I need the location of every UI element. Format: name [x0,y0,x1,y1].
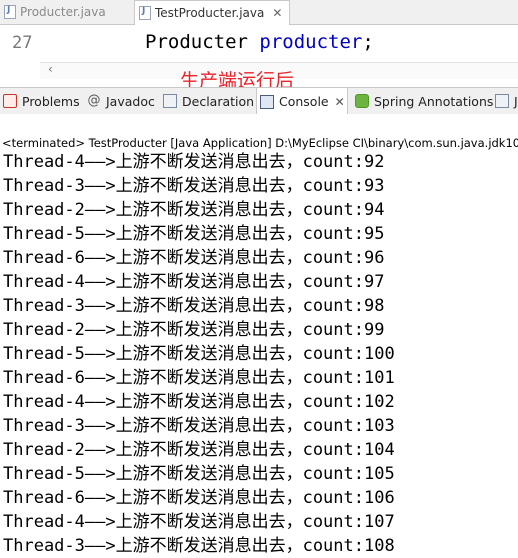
close-icon[interactable]: ✕ [335,95,345,109]
editor-tab-label: Producter.java [20,5,106,19]
console-line: Thread-5——>上游不断发送消息出去，count:95 [3,224,385,244]
tab-label: Javadoc [106,93,155,109]
editor-tab-producter[interactable]: Producter.java [0,0,128,24]
tab-label: Spring Annotations [374,93,494,109]
line-number: 27 [12,33,33,53]
console-line: Thread-4——>上游不断发送消息出去，count:92 [3,152,385,172]
console-output[interactable]: <terminated> TestProducter [Java Applica… [0,114,518,556]
tab-problems[interactable]: Problems [0,88,80,114]
code-variable: producter [259,31,363,53]
tab-javadoc[interactable]: @ Javadoc [84,88,155,114]
editor-tab-strip: Producter.java TestProducter.java ✕ [0,0,518,25]
console-line: Thread-5——>上游不断发送消息出去，count:100 [3,344,395,364]
console-line: Thread-3——>上游不断发送消息出去，count:108 [3,536,395,556]
view-tab-bar: Problems @ Javadoc Declaration Console ✕… [0,87,518,115]
console-line: Thread-2——>上游不断发送消息出去，count:104 [3,440,395,460]
close-icon[interactable]: ✕ [272,6,282,20]
console-line: Thread-5——>上游不断发送消息出去，count:105 [3,464,395,484]
at-sign-icon: @ [87,93,101,108]
tab-label: Console [279,94,329,109]
editor-tab-label: TestProducter.java [155,6,265,20]
console-line: Thread-3——>上游不断发送消息出去，count:103 [3,416,395,436]
console-line: Thread-3——>上游不断发送消息出去，count:98 [3,296,385,316]
console-icon [260,94,274,109]
tab-console[interactable]: Console ✕ [256,88,348,115]
code-type: Producter [145,31,248,53]
code-semicolon: ; [362,31,374,53]
console-line: Thread-3——>上游不断发送消息出去，count:93 [3,176,385,196]
line-number-gutter: 27 [0,25,40,85]
console-line: Thread-6——>上游不断发送消息出去，count:106 [3,488,395,508]
console-lines: Thread-4——>上游不断发送消息出去，count:92 Thread-3—… [3,150,395,558]
console-line: Thread-4——>上游不断发送消息出去，count:97 [3,272,385,292]
spring-icon [355,94,369,108]
tab-label: Problems [22,93,80,109]
declaration-icon [163,94,177,108]
java-file-icon [4,5,16,19]
console-status: <terminated> TestProducter [Java Applica… [2,136,518,150]
console-line: Thread-4——>上游不断发送消息出去，count:107 [3,512,395,532]
console-line: Thread-6——>上游不断发送消息出去，count:101 [3,368,395,388]
code-line: Producter producter; [145,31,374,53]
scroll-left-icon[interactable]: ‹ [48,62,53,76]
console-line: Thread-2——>上游不断发送消息出去，count:99 [3,320,385,340]
tab-label: Declaration [182,93,255,109]
tab-spring-annotations[interactable]: Spring Annotations [352,88,493,114]
console-line: Thread-6——>上游不断发送消息出去，count:96 [3,248,385,268]
java-file-icon [139,6,151,20]
view-icon [495,94,509,108]
console-line: Thread-2——>上游不断发送消息出去，count:94 [3,200,385,220]
editor-tab-testproducter[interactable]: TestProducter.java ✕ [134,0,290,25]
problems-icon [3,94,17,108]
console-line: Thread-4——>上游不断发送消息出去，count:102 [3,392,395,412]
tab-more[interactable]: J [492,88,518,114]
tab-declaration[interactable]: Declaration [160,88,254,114]
tab-label: J [514,93,518,109]
